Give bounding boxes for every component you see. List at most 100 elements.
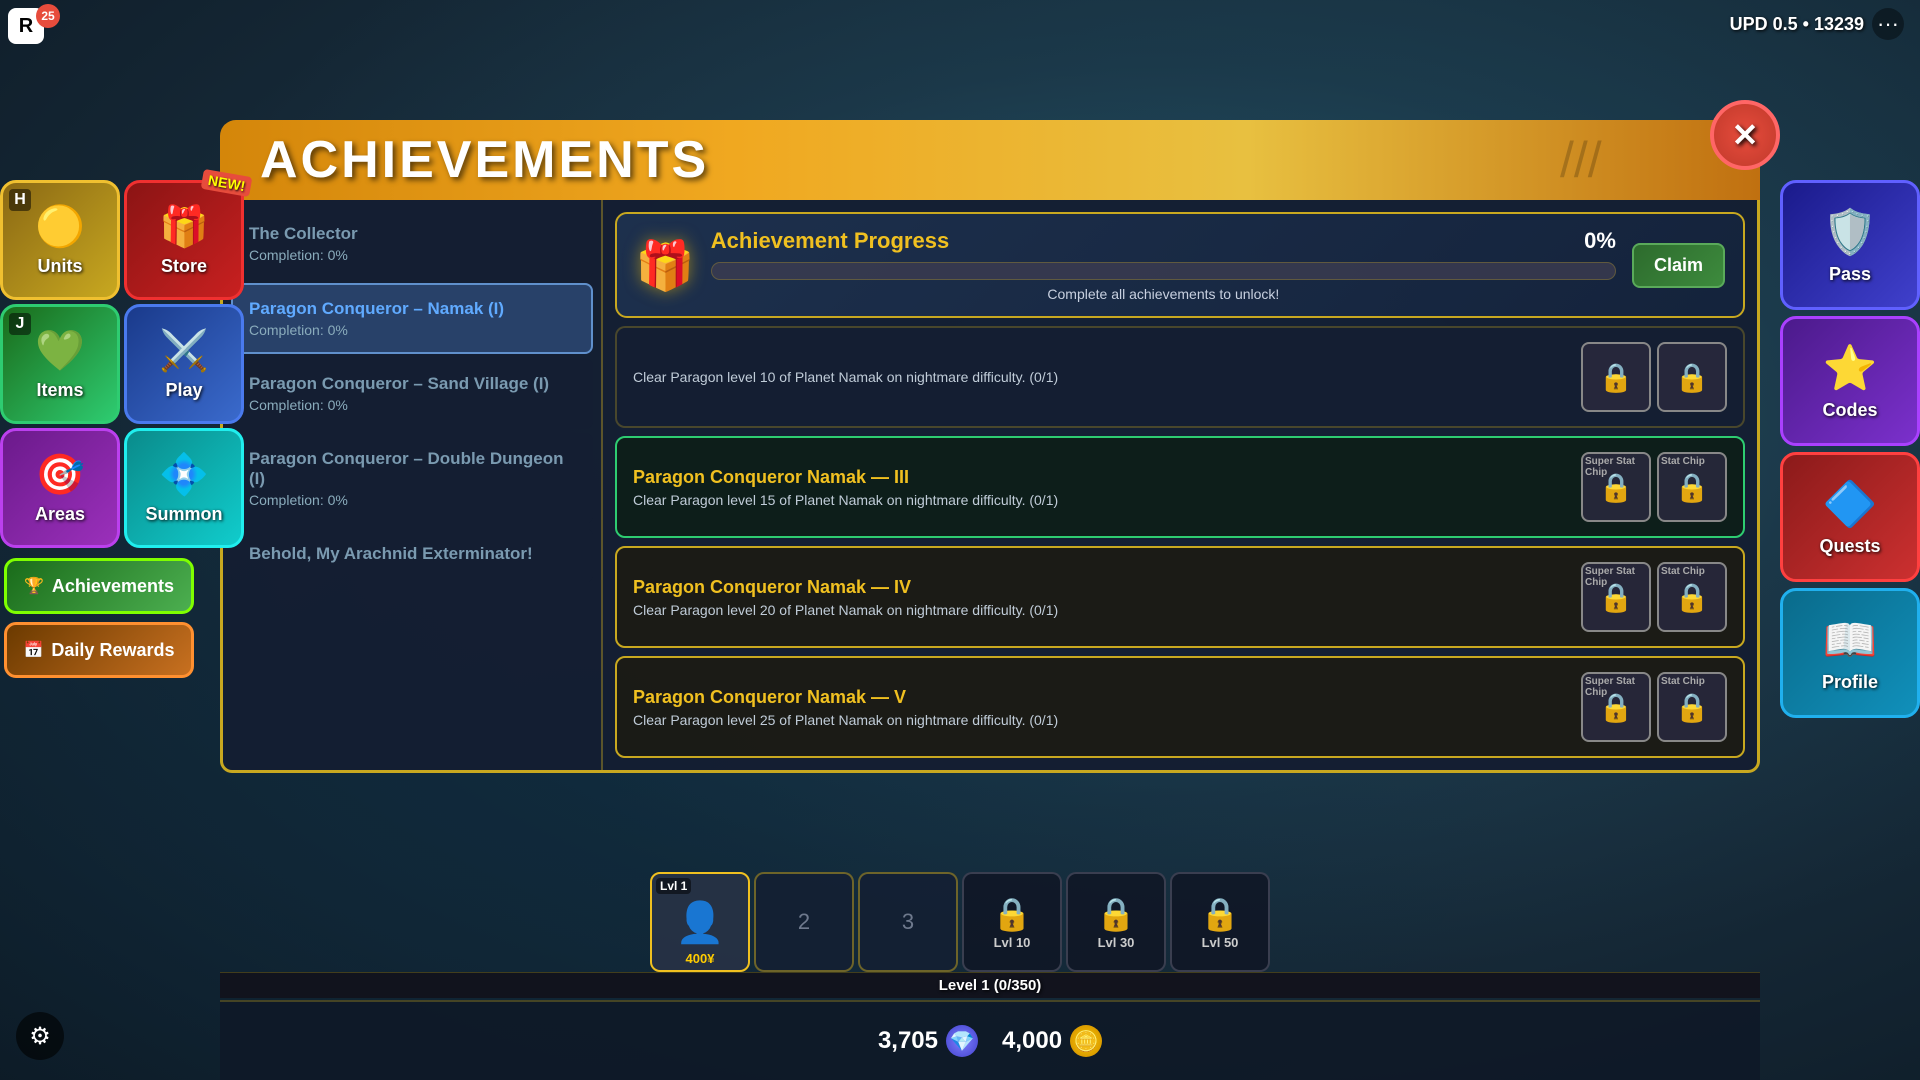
settings-button[interactable]: ⚙ [16, 1012, 64, 1060]
ach-row-1-info: Paragon Conqueror Namak — III Clear Para… [633, 467, 1569, 508]
ach-row-3: Paragon Conqueror Namak — V Clear Parago… [615, 656, 1745, 758]
achievement-list: The Collector Completion: 0% Paragon Con… [223, 200, 603, 770]
codes-icon: ⭐ [1823, 342, 1878, 394]
gem-icon: 💎 [946, 1025, 978, 1057]
slot-3-num: 3 [902, 909, 914, 935]
ach-row-1-rewards: Super Stat Chip 🔒 Stat Chip 🔒 [1581, 452, 1727, 522]
daily-rewards-button[interactable]: 📅 Daily Rewards [4, 622, 194, 678]
chip-label-2-0: Super Stat Chip [1585, 566, 1649, 588]
coin-icon: 🪙 [1070, 1025, 1102, 1057]
profile-icon: 📖 [1823, 614, 1878, 666]
lock-level-slot5: Lvl 30 [1098, 935, 1135, 950]
currency-display: 3,705 💎 4,000 🪙 [220, 1021, 1760, 1057]
gems-display: 3,705 💎 [878, 1025, 978, 1057]
sidebar-item-items[interactable]: J 💚 Items [0, 304, 120, 424]
sidebar-item-codes[interactable]: ⭐ Codes [1780, 316, 1920, 446]
list-item-collector[interactable]: The Collector Completion: 0% [231, 208, 593, 279]
header-decoration: /// [1560, 120, 1680, 200]
panel-body: The Collector Completion: 0% Paragon Con… [220, 200, 1760, 773]
list-item-arachnid[interactable]: Behold, My Arachnid Exterminator! [231, 528, 593, 583]
chip-label-3-1: Stat Chip [1661, 676, 1705, 687]
list-item-title-3: Paragon Conqueror – Double Dungeon (I) [249, 449, 575, 489]
sidebar-item-store[interactable]: NEW! 🎁 Store [124, 180, 244, 300]
play-icon: ⚔️ [159, 327, 209, 374]
ach-row-0-info: Clear Paragon level 10 of Planet Namak o… [633, 369, 1569, 385]
chip-label-3-0: Super Stat Chip [1585, 676, 1649, 698]
char-slot-1[interactable]: Lvl 1 👤 400¥ [650, 872, 750, 972]
items-icon: 💚 [35, 327, 85, 374]
progress-info: Achievement Progress 0% Complete all ach… [711, 228, 1616, 302]
char-slot-6[interactable]: 🔒 Lvl 50 [1170, 872, 1270, 972]
slot-2-num: 2 [798, 909, 810, 935]
ach-row-3-info: Paragon Conqueror Namak — V Clear Parago… [633, 687, 1569, 728]
hotkey-badge-units: H [9, 189, 31, 211]
char-slot-5[interactable]: 🔒 Lvl 30 [1066, 872, 1166, 972]
char-slot-3[interactable]: 3 [858, 872, 958, 972]
progress-title: Achievement Progress [711, 228, 949, 254]
achievements-button[interactable]: 🏆 Achievements [4, 558, 194, 614]
lock-icon-slot4: 🔒 [992, 895, 1032, 933]
store-icon: 🎁 [159, 203, 209, 250]
progress-card: 🎁 Achievement Progress 0% Complete all a… [615, 212, 1745, 318]
summon-label: Summon [145, 504, 222, 525]
progress-bar-bg [711, 262, 1616, 280]
lock-icon: 🔒 [1675, 361, 1710, 394]
sidebar-item-play[interactable]: ⚔️ Play [124, 304, 244, 424]
list-item-completion-2: Completion: 0% [249, 397, 575, 413]
char-slot-2[interactable]: 2 [754, 872, 854, 972]
units-icon: 🟡 [35, 203, 85, 250]
slot-1-level: Lvl 1 [656, 878, 691, 894]
list-item-completion-3: Completion: 0% [249, 492, 575, 508]
progress-pct: 0% [1584, 228, 1616, 254]
reward-chip-3-0: Super Stat Chip 🔒 [1581, 672, 1651, 742]
lock-icon-1-1: 🔒 [1675, 471, 1710, 504]
sidebar-item-summon[interactable]: 💠 Summon [124, 428, 244, 548]
reward-chip-3-1: Stat Chip 🔒 [1657, 672, 1727, 742]
lock-icon: 🔒 [1599, 361, 1634, 394]
ach-row-3-desc: Clear Paragon level 25 of Planet Namak o… [633, 712, 1569, 728]
menu-dots-button[interactable]: ··· [1872, 8, 1904, 40]
profile-label: Profile [1822, 672, 1878, 693]
achievements-label: Achievements [52, 576, 174, 597]
achievements-panel: ACHIEVEMENTS /// ✕ The Collector Complet… [220, 120, 1760, 1000]
lock-icon-3-1: 🔒 [1675, 691, 1710, 724]
lock-icon-2-1: 🔒 [1675, 581, 1710, 614]
char-slot-4[interactable]: 🔒 Lvl 10 [962, 872, 1062, 972]
reward-chip-1-0: Super Stat Chip 🔒 [1581, 452, 1651, 522]
list-item-title-4: Behold, My Arachnid Exterminator! [249, 544, 575, 564]
lock-icon-slot5: 🔒 [1096, 895, 1136, 933]
lock-level-slot4: Lvl 10 [994, 935, 1031, 950]
close-button[interactable]: ✕ [1710, 100, 1780, 170]
gift-icon: 🎁 [635, 237, 695, 294]
panel-header: ACHIEVEMENTS /// ✕ [220, 120, 1760, 200]
left-sidebar: H 🟡 Units NEW! 🎁 Store J 💚 Items ⚔️ Play… [0, 180, 244, 678]
coins-display: 4,000 🪙 [1002, 1025, 1102, 1057]
version-label: UPD 0.5 • 13239 [1730, 14, 1864, 35]
list-item-namak-1[interactable]: Paragon Conqueror – Namak (I) Completion… [231, 283, 593, 354]
list-item-double-dungeon[interactable]: Paragon Conqueror – Double Dungeon (I) C… [231, 433, 593, 524]
quests-label: Quests [1819, 536, 1880, 557]
lock-level-slot6: Lvl 50 [1202, 935, 1239, 950]
nav-row-3: 🎯 Areas 💠 Summon [0, 428, 244, 548]
lock-icon-slot6: 🔒 [1200, 895, 1240, 933]
reward-chip-2-0: Super Stat Chip 🔒 [1581, 562, 1651, 632]
reward-chip-1-1: Stat Chip 🔒 [1657, 452, 1727, 522]
claim-button[interactable]: Claim [1632, 243, 1725, 288]
ach-row-0: Clear Paragon level 10 of Planet Namak o… [615, 326, 1745, 428]
list-item-completion-1: Completion: 0% [249, 322, 575, 338]
gems-value: 3,705 [878, 1027, 938, 1055]
sidebar-item-areas[interactable]: 🎯 Areas [0, 428, 120, 548]
progress-subtitle: Complete all achievements to unlock! [711, 286, 1616, 302]
sidebar-item-profile[interactable]: 📖 Profile [1780, 588, 1920, 718]
list-item-title-0: The Collector [249, 224, 575, 244]
list-item-title-1: Paragon Conqueror – Namak (I) [249, 299, 575, 319]
sidebar-item-pass[interactable]: 🛡️ Pass [1780, 180, 1920, 310]
ach-row-2-desc: Clear Paragon level 20 of Planet Namak o… [633, 602, 1569, 618]
sidebar-item-units[interactable]: H 🟡 Units [0, 180, 120, 300]
sidebar-item-quests[interactable]: 🔷 Quests [1780, 452, 1920, 582]
pass-label: Pass [1829, 264, 1871, 285]
ach-row-2: Paragon Conqueror Namak — IV Clear Parag… [615, 546, 1745, 648]
list-item-sand-village[interactable]: Paragon Conqueror – Sand Village (I) Com… [231, 358, 593, 429]
areas-icon: 🎯 [35, 451, 85, 498]
ach-row-2-title: Paragon Conqueror Namak — IV [633, 577, 1569, 598]
